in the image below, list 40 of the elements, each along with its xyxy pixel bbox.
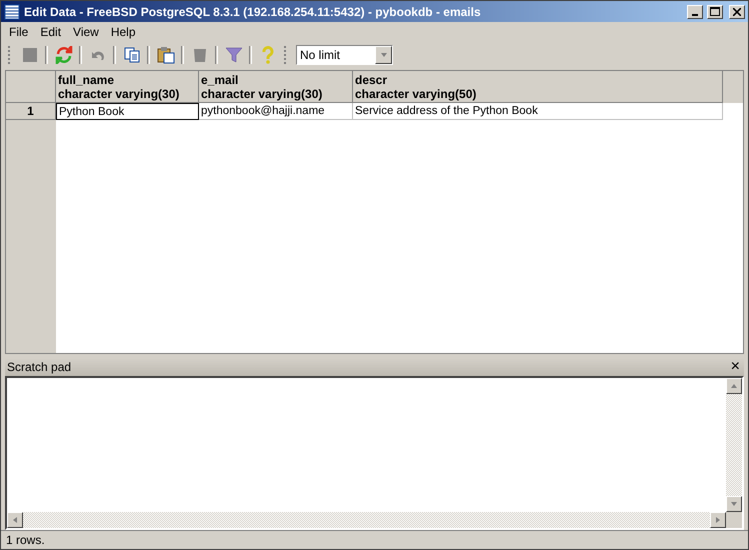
close-button[interactable]: × — [728, 359, 742, 375]
header-filler — [723, 71, 743, 103]
panel-title: Scratch pad — [7, 360, 72, 374]
scroll-right-button[interactable] — [710, 512, 726, 528]
row-header[interactable]: 1 — [6, 103, 56, 120]
column-type: character varying(30) — [58, 87, 180, 101]
right-arrow-icon — [714, 516, 722, 524]
up-arrow-icon — [730, 382, 738, 390]
column-type: character varying(30) — [201, 87, 324, 101]
scroll-up-button[interactable] — [726, 378, 742, 394]
table-icon — [4, 4, 20, 20]
scroll-left-button[interactable] — [7, 512, 23, 528]
window-title: Edit Data - FreeBSD PostgreSQL 8.3.1 (192.168.254.11:5432) - pybookdb - emails — [24, 4, 482, 18]
minimize-button[interactable] — [687, 4, 703, 18]
table-cell[interactable]: Python Book — [56, 103, 199, 120]
column-header[interactable]: full_name character varying(30) — [56, 71, 199, 103]
column-name: full_name — [58, 73, 116, 87]
column-type: character varying(50) — [355, 87, 478, 101]
scroll-down-button[interactable] — [726, 496, 742, 512]
scrollbar-corner — [726, 512, 742, 528]
close-icon — [733, 8, 741, 16]
minimize-icon — [692, 14, 698, 16]
maximize-icon — [710, 7, 720, 16]
down-arrow-icon — [730, 500, 738, 508]
menu-item[interactable]: Edit — [34, 25, 68, 39]
menu-item[interactable]: Help — [104, 25, 142, 39]
status-text: 1 rows. — [6, 533, 45, 547]
vertical-scrollbar[interactable] — [726, 378, 742, 512]
left-arrow-icon — [11, 516, 19, 524]
maximize-button[interactable] — [707, 4, 723, 18]
down-arrow-icon — [380, 51, 388, 59]
column-name: e_mail — [201, 73, 240, 87]
column-header[interactable]: e_mail character varying(30) — [199, 71, 353, 103]
column-header[interactable]: descr character varying(50) — [353, 71, 723, 103]
close-button[interactable] — [729, 4, 745, 18]
menu-item[interactable]: File — [3, 25, 34, 39]
menu-item[interactable]: View — [67, 25, 105, 39]
limit-dropdown[interactable]: No limit — [296, 45, 393, 65]
horizontal-scrollbar[interactable] — [7, 512, 726, 528]
column-name: descr — [355, 73, 388, 87]
